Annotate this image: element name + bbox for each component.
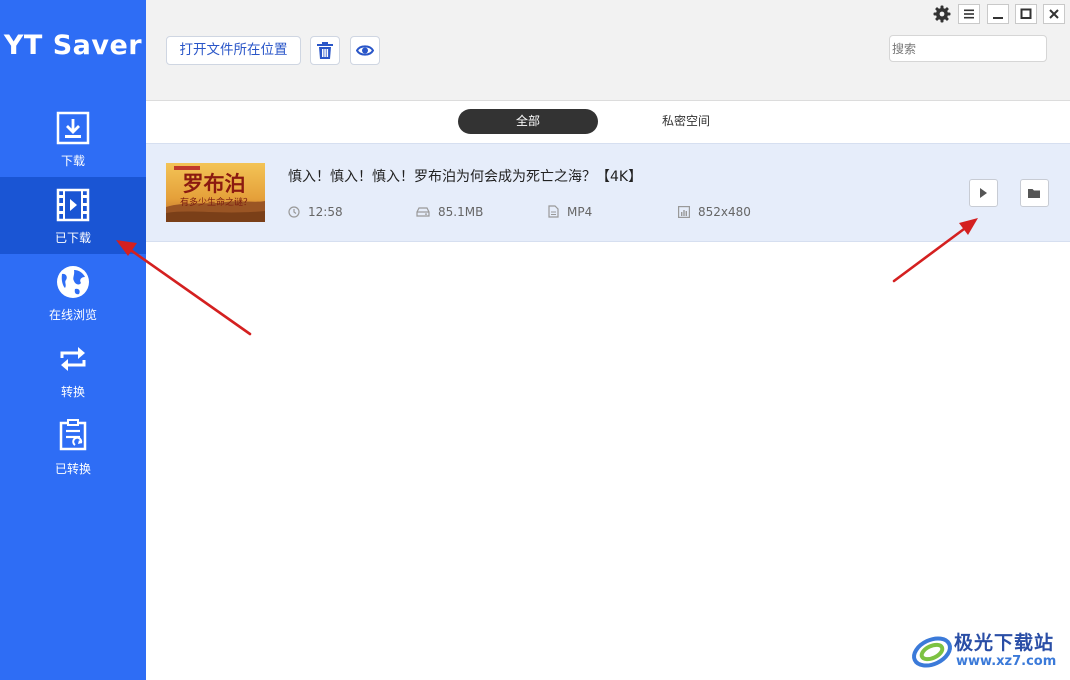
watermark-url: www.xz7.com <box>956 654 1057 669</box>
delete-button[interactable] <box>310 36 340 65</box>
sidebar-item-convert[interactable]: 转换 <box>0 331 146 408</box>
sidebar-item-label: 在线浏览 <box>48 308 97 322</box>
sidebar-item-browse[interactable]: 在线浏览 <box>0 254 146 331</box>
video-title: 慎入！慎入！慎入！罗布泊为何会成为死亡之海？【4K】 <box>288 169 643 185</box>
sidebar: YT Saver 下载 已下载 在线浏览 转换 已转换 <box>0 0 146 680</box>
size-value: 85.1MB <box>438 205 484 219</box>
duration-value: 12:58 <box>308 205 343 219</box>
sidebar-item-converted[interactable]: 已转换 <box>0 408 146 485</box>
play-button[interactable] <box>969 179 998 207</box>
watermark: 极光下载站 www.xz7.com <box>910 622 1068 680</box>
bar-chart-icon <box>678 205 691 218</box>
watermark-title: 极光下载站 <box>954 632 1055 654</box>
format-value: MP4 <box>567 205 593 219</box>
app-logo: YT Saver <box>3 30 143 61</box>
watermark-logo-icon <box>912 636 952 668</box>
tab-bar: 全部 私密空间 <box>146 101 1070 141</box>
eye-icon <box>356 45 374 56</box>
sidebar-item-label: 已下载 <box>54 231 91 245</box>
film-icon <box>56 188 90 222</box>
download-icon <box>56 111 90 145</box>
globe-icon <box>57 266 89 298</box>
open-file-location-button[interactable]: 打开文件所在位置 <box>166 36 301 65</box>
minimize-button[interactable] <box>987 4 1009 24</box>
search-input[interactable] <box>889 35 1047 62</box>
minimize-icon <box>993 17 1003 19</box>
file-icon <box>548 205 559 218</box>
sidebar-item-label: 转换 <box>60 385 85 399</box>
play-icon <box>980 188 987 198</box>
sidebar-item-downloaded[interactable]: 已下载 <box>0 177 146 254</box>
sidebar-item-download[interactable]: 下载 <box>0 100 146 177</box>
convert-icon <box>60 347 86 371</box>
toolbar: 打开文件所在位置 <box>146 0 1070 101</box>
video-thumbnail[interactable]: 罗布泊 有多少生命之谜？ <box>166 163 265 222</box>
file-format: MP4 <box>548 204 592 220</box>
maximize-icon <box>1020 8 1032 19</box>
sidebar-item-label: 下载 <box>60 154 85 168</box>
converted-doc-icon <box>59 419 87 451</box>
file-size: 85.1MB <box>416 204 483 220</box>
sidebar-item-label: 已转换 <box>54 462 91 476</box>
duration: 12:58 <box>288 204 343 220</box>
tab-all[interactable]: 全部 <box>458 109 598 134</box>
maximize-button[interactable] <box>1015 4 1037 24</box>
resolution: 852x480 <box>678 204 751 220</box>
clock-icon <box>288 205 300 218</box>
gear-icon[interactable] <box>933 5 951 23</box>
drive-icon <box>416 206 430 217</box>
close-icon <box>1049 9 1059 19</box>
list-item[interactable]: 罗布泊 有多少生命之谜？ 慎入！慎入！慎入！罗布泊为何会成为死亡之海？【4K】 … <box>146 143 1070 242</box>
menu-icon <box>964 9 974 19</box>
preview-button[interactable] <box>350 36 380 65</box>
folder-icon <box>1028 189 1040 198</box>
resolution-value: 852x480 <box>698 205 751 219</box>
open-folder-button[interactable] <box>1020 179 1049 207</box>
thumbnail-title: 罗布泊 <box>183 171 246 196</box>
trash-icon <box>317 42 333 59</box>
thumbnail-subtitle: 有多少生命之谜？ <box>180 196 252 208</box>
tab-private-space[interactable]: 私密空间 <box>626 109 746 134</box>
menu-button[interactable] <box>958 4 980 24</box>
close-button[interactable] <box>1043 4 1065 24</box>
